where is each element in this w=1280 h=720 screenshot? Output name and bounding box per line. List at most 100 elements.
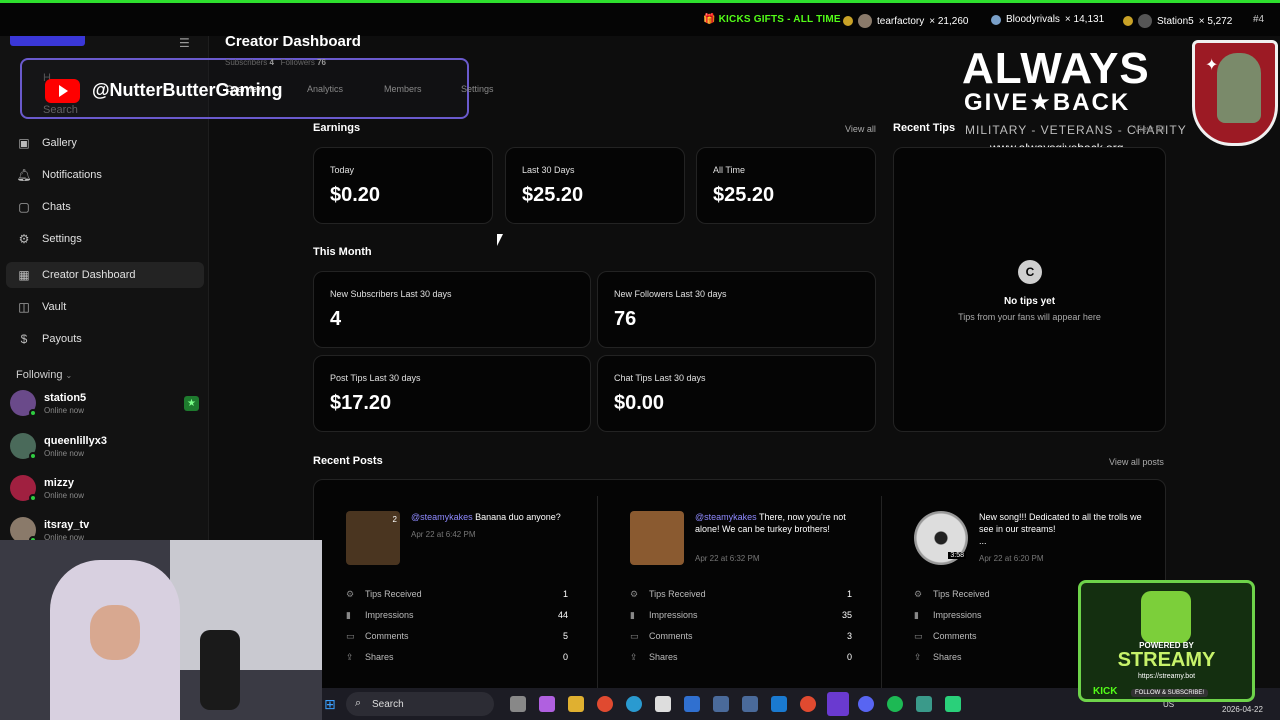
bar-chart-icon: ▮ bbox=[914, 609, 919, 620]
following-name: station5 bbox=[44, 391, 87, 404]
gear-icon: ⚙ bbox=[18, 232, 30, 246]
app-icon[interactable] bbox=[771, 696, 787, 712]
coin-icon: ⚙ bbox=[346, 588, 355, 599]
sidebar-item-settings[interactable]: ⚙ Settings bbox=[6, 226, 204, 252]
card-label: Post Tips Last 30 days bbox=[330, 373, 421, 383]
taskbar-search[interactable]: ⌕ Search bbox=[346, 692, 494, 716]
rank-label: #4 bbox=[1253, 14, 1265, 25]
vault-icon: ◫ bbox=[18, 300, 30, 314]
card-value: $0.20 bbox=[330, 184, 381, 206]
app-icon[interactable] bbox=[539, 696, 555, 712]
sidebar-item-chats[interactable]: ▢ Chats bbox=[6, 194, 204, 220]
sidebar-item-notifications[interactable]: 🔔︎ Notifications bbox=[6, 162, 204, 188]
post-item[interactable]: @steamykakes There, now you're not alone… bbox=[598, 480, 882, 720]
card-label: Last 30 Days bbox=[522, 165, 575, 175]
mail-icon[interactable] bbox=[684, 696, 700, 712]
ticker-amount: × 21,260 bbox=[929, 15, 969, 27]
tips-view-all-link[interactable]: View all bbox=[1134, 124, 1165, 134]
webcam-feed bbox=[0, 540, 322, 720]
steam-icon[interactable] bbox=[713, 696, 729, 712]
taskbar-date[interactable]: 2026-04-22 bbox=[1222, 705, 1263, 714]
view-all-posts-link[interactable]: View all posts bbox=[1109, 457, 1164, 467]
recent-tips-heading: Recent Tips bbox=[893, 122, 956, 134]
chrome-icon[interactable] bbox=[597, 696, 613, 712]
comment-icon: ▭ bbox=[630, 630, 639, 641]
online-dot bbox=[29, 452, 37, 460]
following-item-mizzy[interactable]: mizzy Online now bbox=[10, 471, 205, 505]
task-view-icon[interactable] bbox=[510, 696, 526, 712]
post-user[interactable]: @steamykakes bbox=[695, 512, 757, 522]
ticker-entry: tearfactory × 21,260 bbox=[843, 14, 968, 28]
post-thumbnail[interactable]: 3:58 bbox=[914, 511, 968, 565]
steam-icon[interactable] bbox=[742, 696, 758, 712]
stat-tips-received: ⚙ Tips Received 1 bbox=[346, 588, 568, 600]
star-icon: ✦ bbox=[1205, 57, 1219, 74]
earnings-card-all-time: All Time $25.20 bbox=[696, 147, 876, 224]
post-caption: @steamykakes Banana duo anyone? bbox=[411, 512, 561, 522]
following-status: Online now bbox=[44, 405, 85, 415]
post-item[interactable]: 2 @steamykakes Banana duo anyone? Apr 22… bbox=[314, 480, 598, 720]
tab-members[interactable]: Members bbox=[384, 84, 422, 94]
stat-card-new-subscribers: New Subscribers Last 30 days 4 bbox=[313, 271, 591, 348]
stat-shares: ⇪ Shares 0 bbox=[346, 651, 568, 663]
post-thumbnail[interactable]: 2 bbox=[346, 511, 400, 565]
medal-icon bbox=[1123, 16, 1133, 26]
obs-icon[interactable] bbox=[827, 692, 849, 716]
tab-overview[interactable]: Overview bbox=[226, 84, 264, 94]
sidebar-item-label: Notifications bbox=[42, 169, 102, 181]
youtube-icon bbox=[45, 79, 80, 103]
ticker-name: Bloodyrivals bbox=[1006, 14, 1060, 25]
card-value: $25.20 bbox=[522, 184, 584, 206]
microphone-icon bbox=[200, 630, 240, 710]
folder-icon[interactable] bbox=[568, 696, 584, 712]
thumb-badge: 3:58 bbox=[948, 552, 966, 559]
site-logo[interactable] bbox=[10, 36, 85, 46]
stat-comments: ▭ Comments 3 bbox=[630, 630, 852, 642]
stat-impressions: ▮ Impressions 44 bbox=[346, 609, 568, 621]
sidebar-item-label: Gallery bbox=[42, 137, 77, 149]
spotify-icon[interactable] bbox=[887, 696, 903, 712]
post-user[interactable]: @steamykakes bbox=[411, 512, 473, 522]
online-dot bbox=[29, 409, 37, 417]
following-toggle[interactable]: Following ⌄ bbox=[16, 369, 72, 381]
menu-icon[interactable]: ☰ bbox=[179, 36, 190, 50]
avatar bbox=[10, 475, 37, 502]
streamy-url: https://streamy.bot bbox=[1137, 673, 1196, 680]
ticker-name: tearfactory bbox=[877, 15, 925, 27]
post-thumbnail[interactable] bbox=[630, 511, 684, 565]
store-icon[interactable] bbox=[655, 696, 671, 712]
discord-icon[interactable] bbox=[858, 696, 874, 712]
medal-icon bbox=[843, 16, 853, 26]
stat-card-chat-tips: Chat Tips Last 30 days $0.00 bbox=[597, 355, 876, 432]
earnings-view-all-link[interactable]: View all bbox=[845, 124, 876, 134]
tab-analytics[interactable]: Analytics bbox=[307, 84, 343, 94]
stat-impressions: ▮ Impressions 35 bbox=[630, 609, 852, 621]
sidebar-item-creator-dashboard[interactable]: ▦ Creator Dashboard bbox=[6, 262, 204, 288]
sidebar-item-gallery[interactable]: ▣ Gallery bbox=[6, 130, 204, 156]
tab-settings[interactable]: Settings bbox=[461, 84, 494, 94]
coin-icon: ⚙ bbox=[630, 588, 639, 599]
ticker-amount: × 14,131 bbox=[1064, 14, 1105, 25]
sidebar-item-label: Creator Dashboard bbox=[42, 269, 136, 281]
comment-icon: ▭ bbox=[346, 630, 355, 641]
ticker-entry: Station5 × 5,272 bbox=[1123, 14, 1232, 28]
card-value: $17.20 bbox=[330, 392, 392, 414]
sidebar-item-label: Settings bbox=[42, 233, 82, 245]
windows-start-icon[interactable]: ⊞ bbox=[324, 696, 340, 712]
tips-empty-desc: Tips from your fans will appear here bbox=[958, 312, 1101, 322]
app-icon[interactable] bbox=[916, 696, 932, 712]
gifts-ticker: 🎁 KICKS GIFTS - ALL TIME tearfactory × 2… bbox=[0, 0, 1280, 36]
following-item-station5[interactable]: station5 Online now bbox=[10, 386, 205, 420]
sidebar-item-payouts[interactable]: $ Payouts bbox=[6, 326, 204, 352]
avatar bbox=[10, 433, 37, 460]
stat-comments: ▭ Comments 5 bbox=[346, 630, 568, 642]
charity-subtitle: GIVE★BACK bbox=[964, 89, 1131, 116]
app-icon[interactable] bbox=[945, 696, 961, 712]
chrome-icon[interactable] bbox=[800, 696, 816, 712]
chat-icon: ▢ bbox=[18, 200, 30, 214]
following-item-queenlillyx3[interactable]: queenlillyx3 Online now bbox=[10, 429, 205, 463]
card-value: 76 bbox=[614, 308, 637, 330]
following-status: Online now bbox=[44, 490, 85, 500]
edge-icon[interactable] bbox=[626, 696, 642, 712]
sidebar-item-vault[interactable]: ◫ Vault bbox=[6, 294, 204, 320]
